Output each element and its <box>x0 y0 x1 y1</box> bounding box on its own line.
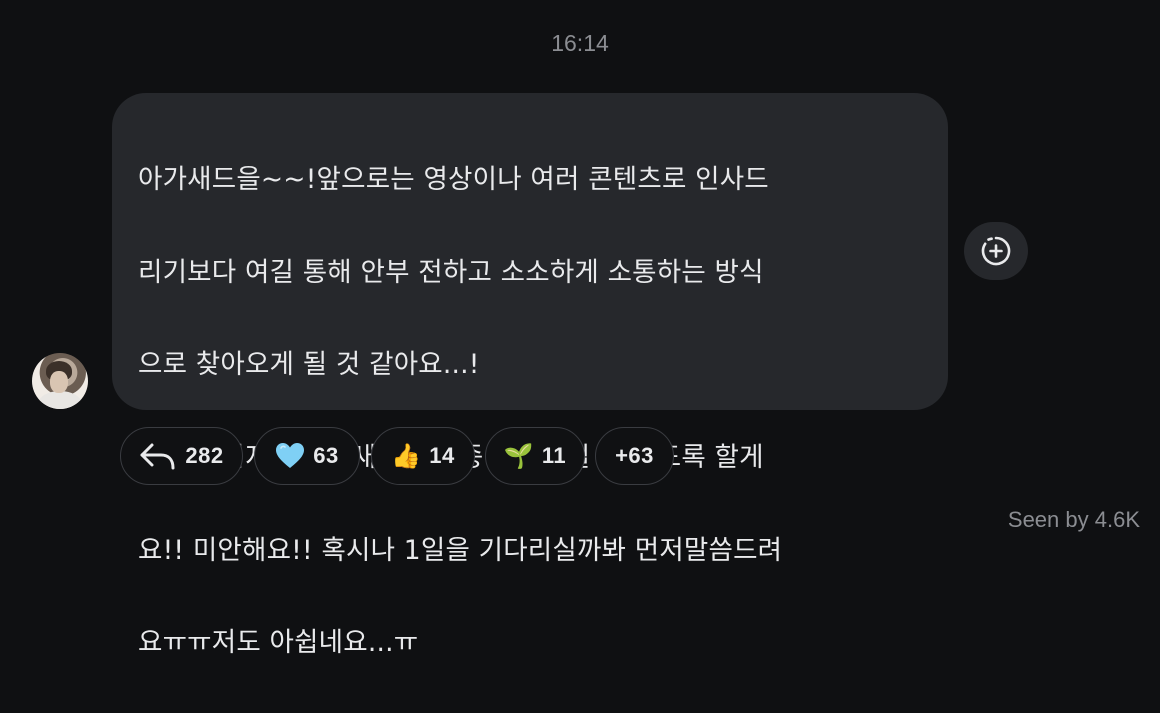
reaction-count: 11 <box>541 443 567 468</box>
sender-avatar[interactable] <box>32 353 88 409</box>
light-blue-heart-icon <box>276 443 305 468</box>
reaction-count: 14 <box>429 443 455 468</box>
message-timestamp: 16:14 <box>551 30 609 56</box>
reply-arrow-icon <box>140 443 175 470</box>
reaction-pill-seedling[interactable]: 🌱 11 <box>485 427 585 485</box>
seedling-icon: 🌱 <box>503 442 534 470</box>
reaction-count: 63 <box>313 443 339 468</box>
reaction-pill-heart[interactable]: 63 <box>254 427 360 485</box>
more-reactions-count: +63 <box>615 443 654 468</box>
more-reactions-pill[interactable]: +63 <box>595 427 674 485</box>
thumbs-up-icon: 👍 <box>391 442 422 470</box>
message-line: 요ㅠㅠ저도 아쉽네요...ㅠ <box>138 627 419 659</box>
add-reaction-icon <box>981 236 1011 266</box>
seen-by-count: Seen by 4.6K <box>1007 507 1140 532</box>
add-reaction-button[interactable] <box>964 222 1028 280</box>
message-line: 리기보다 여길 통해 안부 전하고 소소하게 소통하는 방식 <box>138 256 764 288</box>
message-text: 아가새드을~~!앞으로는 영상이나 여러 콘텐츠로 인사드 리기보다 여길 통해… <box>138 111 924 713</box>
message-line: 으로 찾아오게 될 것 같아요...! <box>138 349 480 381</box>
message-line: 요!! 미안해요!! 혹시나 1일을 기다리실까봐 먼저말씀드려 <box>138 534 783 566</box>
message-line: 아가새드을~~!앞으로는 영상이나 여러 콘텐츠로 인사드 <box>138 164 769 196</box>
reply-count: 282 <box>185 443 224 468</box>
reply-count-pill[interactable]: 282 <box>120 427 243 485</box>
reaction-pill-thumbs-up[interactable]: 👍 14 <box>371 427 475 485</box>
message-bubble[interactable]: 아가새드을~~!앞으로는 영상이나 여러 콘텐츠로 인사드 리기보다 여길 통해… <box>112 93 948 658</box>
